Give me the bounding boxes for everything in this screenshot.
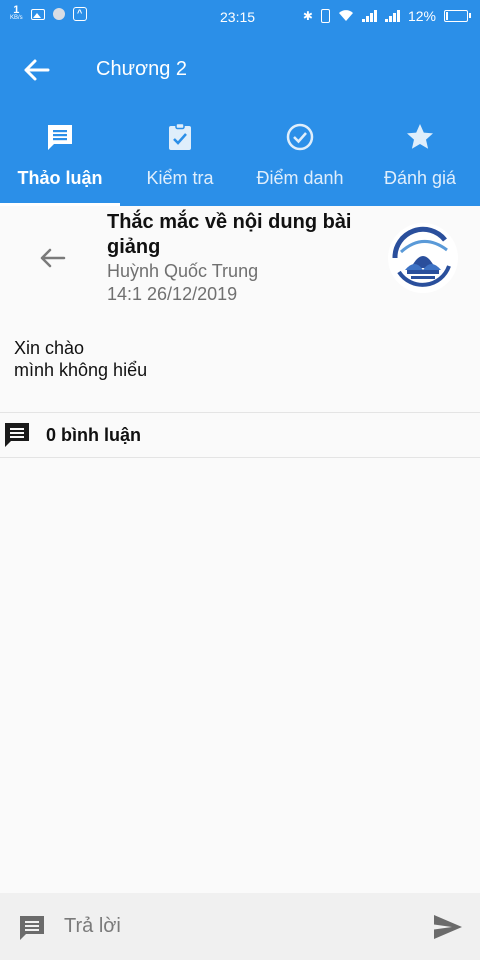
post-content-line: Xin chào: [14, 338, 85, 358]
bluetooth-icon: ✱: [302, 9, 313, 23]
tab-kiem-tra[interactable]: Kiểm tra: [120, 116, 240, 206]
circle-notification-icon: [52, 8, 65, 20]
comment-icon: [5, 423, 29, 447]
status-left-icons: 1 KB/s ^: [10, 4, 87, 22]
reply-input[interactable]: [64, 907, 414, 945]
battery-icon: [444, 10, 471, 22]
tab-bar: Thảo luận Kiểm tra Điểm danh Đánh giá: [0, 116, 480, 206]
vibrate-icon: [320, 9, 330, 23]
app-notification-icon: ^: [72, 7, 87, 21]
back-arrow-icon[interactable]: [20, 54, 56, 86]
tab-thao-luan[interactable]: Thảo luận: [0, 116, 120, 206]
gallery-notification-icon: [30, 8, 45, 20]
post-author: Huỳnh Quốc Trung: [107, 261, 259, 281]
divider: [0, 457, 480, 458]
university-logo: [388, 223, 458, 293]
page-title: Chương 2: [96, 58, 187, 80]
tab-diem-danh[interactable]: Điểm danh: [240, 116, 360, 206]
post-content-line: mình không hiểu: [14, 360, 148, 380]
status-time: 23:15: [220, 9, 256, 25]
signal-icon-1: [361, 10, 377, 22]
comments-summary[interactable]: 0 bình luận: [0, 413, 480, 457]
tab-danh-gia[interactable]: Đánh giá: [360, 116, 480, 206]
status-right-icons: ✱ 12%: [302, 8, 471, 24]
tab-label: Đánh giá: [383, 168, 457, 188]
tab-label: Thảo luận: [17, 168, 103, 188]
network-speed: 1 KB/s: [10, 4, 23, 22]
network-speed-value: 1: [13, 4, 20, 16]
post-back-arrow-icon[interactable]: [36, 243, 70, 273]
app-bar: Chương 2 Thảo luận Kiểm tra Điểm danh Đá…: [0, 32, 480, 206]
send-icon[interactable]: [432, 913, 464, 941]
post-content: Xin chào mình không hiểu: [14, 337, 147, 381]
network-speed-unit: KB/s: [10, 15, 23, 21]
reply-comment-icon: [20, 916, 44, 940]
tab-label: Kiểm tra: [146, 168, 214, 188]
signal-icon-2: [384, 10, 400, 22]
check-circle-icon: [286, 123, 314, 151]
comment-count: 0 bình luận: [46, 425, 142, 445]
assignment-check-icon: [169, 122, 191, 150]
star-icon: [407, 124, 433, 149]
forum-icon: [48, 125, 72, 150]
reply-bar: [0, 893, 480, 960]
tab-label: Điểm danh: [256, 168, 344, 188]
battery-percent: 12%: [407, 8, 436, 24]
post-title: Thắc mắc về nội dung bài giảng: [107, 211, 352, 258]
post-timestamp: 14:1 26/12/2019: [107, 284, 238, 304]
wifi-icon: [338, 10, 353, 21]
status-bar: 1 KB/s ^ 23:15 ✱ 12%: [0, 0, 480, 32]
active-tab-indicator: [0, 203, 120, 206]
